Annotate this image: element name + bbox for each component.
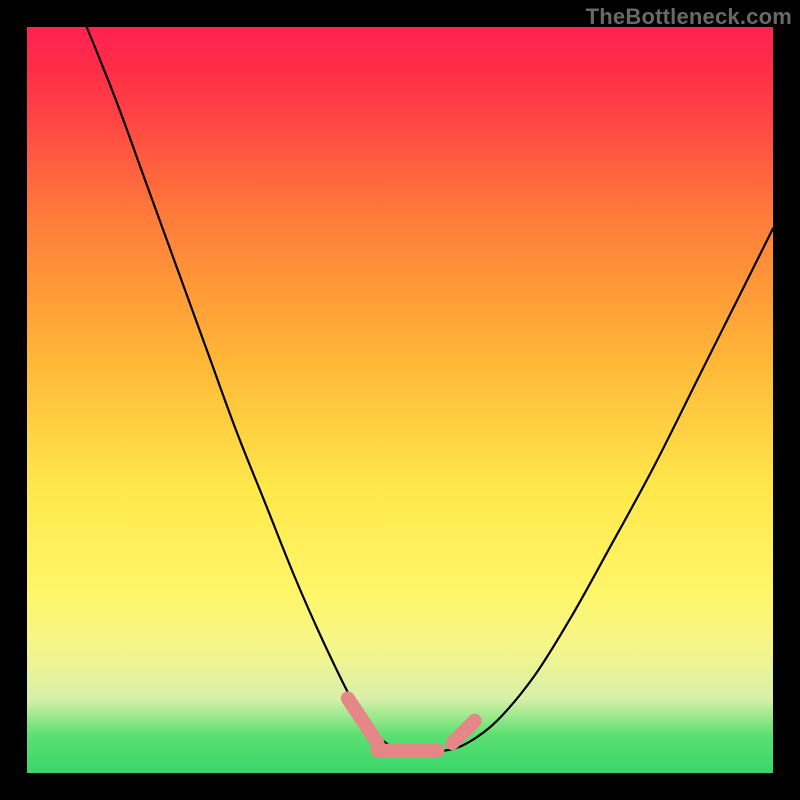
plateau-markers: [348, 698, 475, 750]
watermark-text: TheBottleneck.com: [586, 4, 792, 30]
bottleneck-plot: [27, 27, 773, 773]
chart-area: [27, 27, 773, 773]
marker-plateau-left: [348, 698, 378, 743]
bottleneck-curve: [87, 27, 773, 752]
